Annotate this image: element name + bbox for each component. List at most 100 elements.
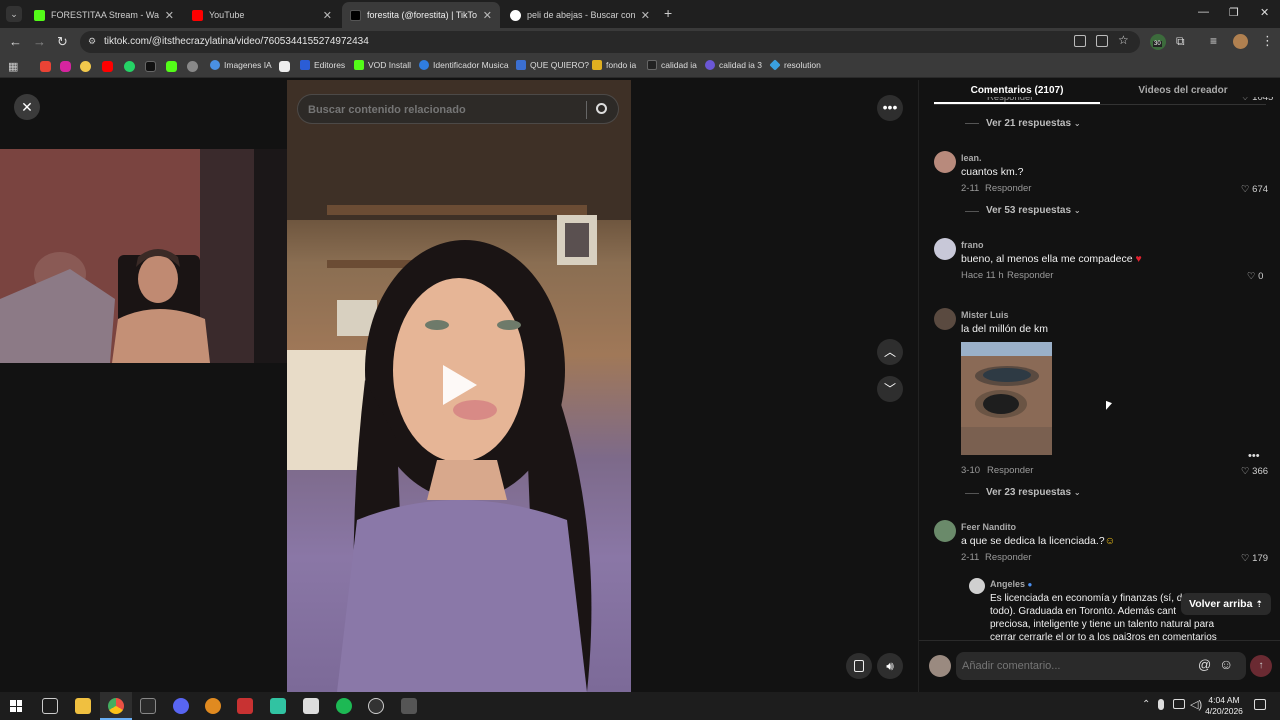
globe-icon[interactable] [187,61,198,72]
comment-user[interactable]: Feer Nandito [961,522,1016,532]
translate-icon[interactable] [1074,35,1086,47]
forward-icon[interactable]: → [33,34,46,49]
avatar[interactable] [934,151,956,173]
file-explorer-icon[interactable] [75,698,91,714]
search-icon[interactable] [596,103,607,114]
voicemeeter-icon[interactable] [237,698,253,714]
back-icon[interactable]: ← [9,34,22,49]
network-icon[interactable] [1173,699,1185,709]
microphone-icon[interactable] [1158,699,1164,710]
close-viewer-button[interactable]: ✕ [14,94,40,120]
tab-search-button[interactable]: ⌄ [6,6,22,22]
back-to-top-button[interactable]: Volver arriba ⇡ [1181,593,1271,615]
comment-input[interactable] [962,658,1182,674]
bookmark-imagenes-ia[interactable]: Imagenes IA [210,60,272,70]
install-app-icon[interactable] [1096,35,1108,47]
capcut-icon[interactable] [303,698,319,714]
avatar[interactable] [934,520,956,542]
view-replies-button[interactable]: Ver 23 respuestas ⌄ [986,487,1081,498]
more-options-button[interactable]: ••• [877,95,903,121]
bookmark-vod-install[interactable]: VOD Install [354,60,411,70]
bookmark-calidad-ia[interactable]: calidad ia [647,60,697,70]
spotify-icon[interactable] [336,698,352,714]
tab-youtube[interactable]: YouTube ✕ [184,2,340,28]
like-button[interactable]: ♡ 0 [1247,271,1263,282]
new-tab-button[interactable]: + [664,5,672,21]
partial-reply[interactable]: Responder [987,97,1033,105]
volume-tray-icon[interactable]: ◁) [1190,698,1202,711]
like-button[interactable]: ♡ 674 [1241,184,1268,195]
related-search-input[interactable] [308,102,578,118]
tab-tiktok[interactable]: forestita (@forestita) | TikTok ✕ [342,2,500,28]
avatar[interactable] [929,655,951,677]
tiktok-video[interactable] [287,80,631,692]
whatsapp-icon[interactable] [124,61,135,72]
tray-expand-icon[interactable]: ⌃ [1142,699,1150,710]
mention-icon[interactable]: @ [1198,657,1211,672]
bookmark-identificador-musica[interactable]: Identificador Musica [419,60,509,70]
instagram-icon[interactable] [60,61,71,72]
chrome-menu-icon[interactable]: ⋮ [1261,33,1274,49]
reply-button[interactable]: Responder [985,183,1031,194]
tab-google-search[interactable]: peli de abejas - Buscar con Goo ✕ [502,2,658,28]
tab-kick-stream[interactable]: FORESTITAA Stream - Watch Li ✕ [26,2,182,28]
chat-icon[interactable] [80,61,91,72]
youtube-bookmark-icon[interactable] [102,61,113,72]
gamepad-icon[interactable] [401,698,417,714]
avatar[interactable] [934,238,956,260]
reply-button[interactable]: Responder [987,465,1033,476]
reply-user[interactable]: Angeles ● [990,579,1032,589]
apps-grid-icon[interactable]: ▦ [8,60,18,73]
bookmark-que-quiero[interactable]: QUE QUIERO? [516,60,589,70]
address-bar[interactable]: ⚙ tiktok.com/@itsthecrazylatina/video/76… [80,31,1140,53]
restore-icon[interactable]: ❐ [1229,6,1239,19]
comment-user[interactable]: lean. [961,153,982,163]
minimize-icon[interactable]: — [1198,6,1209,18]
gmail-icon[interactable] [40,61,51,72]
reload-icon[interactable]: ↻ [57,34,68,50]
comment-user[interactable]: Mister Luis [961,310,1009,320]
media-controls-icon[interactable]: ≡ [1210,34,1217,48]
shield-app-icon[interactable] [205,698,221,714]
close-tab-icon[interactable]: ✕ [323,9,332,22]
window-close-icon[interactable]: ✕ [1260,6,1269,19]
bookmark-fondo-ia[interactable]: fondo ia [592,60,636,70]
kick-bookmark-icon[interactable] [166,61,177,72]
comment-image[interactable] [961,342,1052,455]
obs-icon[interactable] [368,698,384,714]
bookmark-editores[interactable]: Editores [300,60,345,70]
like-button[interactable]: ♡ 366 [1241,466,1268,477]
volume-button[interactable]: 🔊︎ [877,653,903,679]
avatar[interactable] [934,308,956,330]
epic-games-icon[interactable] [140,698,156,714]
streamlabs-icon[interactable] [270,698,286,714]
close-tab-icon[interactable]: ✕ [165,9,174,22]
notion-icon[interactable] [279,61,290,72]
related-search-bar[interactable] [297,94,619,124]
extensions-puzzle-icon[interactable]: ⧉ [1176,34,1185,49]
discord-icon[interactable] [173,698,189,714]
avatar[interactable] [969,578,985,594]
previous-video-button[interactable]: ︿ [877,339,903,365]
bookmark-resolution[interactable]: resolution [769,59,821,71]
send-comment-button[interactable]: ↑ [1250,655,1272,677]
windows-start-icon[interactable] [10,700,22,712]
comment-more-icon[interactable]: ••• [1248,450,1260,462]
partial-likes[interactable]: ♡ 1045 [1241,97,1273,105]
bookmark-star-icon[interactable]: ☆ [1118,33,1129,47]
emoji-icon[interactable]: ☺ [1219,656,1233,672]
profile-avatar[interactable] [1233,34,1248,49]
task-view-icon[interactable] [42,698,58,714]
tiktok-bookmark-icon[interactable] [145,61,156,72]
close-tab-icon[interactable]: ✕ [483,9,492,22]
view-replies-button[interactable]: Ver 53 respuestas ⌄ [986,205,1081,216]
reply-button[interactable]: Responder [1007,270,1053,281]
site-info-icon[interactable]: ⚙ [88,36,96,47]
pip-button[interactable] [846,653,872,679]
close-tab-icon[interactable]: ✕ [641,9,650,22]
play-button[interactable] [443,365,477,405]
reply-button[interactable]: Responder [985,552,1031,563]
bookmark-calidad-ia-3[interactable]: calidad ia 3 [705,60,762,70]
comment-user[interactable]: frano [961,240,984,250]
extension-icon[interactable]: 30 [1150,34,1166,50]
